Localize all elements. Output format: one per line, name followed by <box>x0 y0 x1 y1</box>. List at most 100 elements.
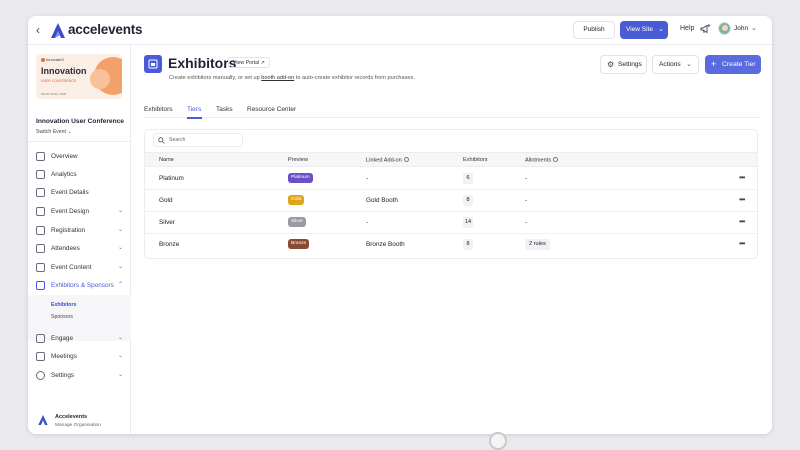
event-card-date: Month 00-00, 2025 <box>41 92 67 96</box>
tab-tasks[interactable]: Tasks <box>216 106 233 113</box>
help-link[interactable]: Help <box>680 25 694 32</box>
back-arrow-icon[interactable]: ‹ <box>36 24 48 36</box>
actions-dropdown[interactable]: Actions ⌄ <box>652 55 699 74</box>
exhibitors-icon <box>144 55 162 73</box>
brand-dot-icon <box>41 57 45 62</box>
chevron-up-icon: ⌃ <box>117 282 123 288</box>
calendar-icon <box>36 188 45 197</box>
sidebar-item-engage[interactable]: Engage ⌄ <box>28 330 131 348</box>
org-name: Accelevents <box>55 414 88 420</box>
external-link-icon: ↗ <box>260 60 265 66</box>
table-body: Platinum Platinum - 6 - ••• Gold Gold Go… <box>145 168 757 258</box>
tab-exhibitors[interactable]: Exhibitors <box>144 106 173 113</box>
gear-icon: ⚙ <box>607 60 615 69</box>
sidebar-item-settings[interactable]: Settings ⌄ <box>28 367 131 385</box>
allotments: - <box>525 197 528 204</box>
exhibitor-count: 6 <box>463 173 473 184</box>
sidebar-item-label: Event Design <box>51 208 90 215</box>
info-icon[interactable] <box>553 157 559 162</box>
sidebar-item-label: Registration <box>51 227 86 234</box>
tab-tiers[interactable]: Tiers <box>187 106 201 113</box>
event-brand-label: InnovateX <box>46 57 65 62</box>
more-options-icon[interactable]: ••• <box>739 217 745 226</box>
linked-addon: - <box>366 175 369 182</box>
sidebar-item-analytics[interactable]: Analytics <box>28 166 131 184</box>
table-row[interactable]: Platinum Platinum - 6 - ••• <box>145 168 757 190</box>
exhibitor-count: 8 <box>463 239 473 250</box>
cursor-indicator <box>489 432 507 450</box>
linked-addon: Gold Booth <box>366 197 398 204</box>
booth-addon-link[interactable]: booth add-on <box>261 75 294 81</box>
home-icon <box>36 152 45 161</box>
table-row[interactable]: Bronze Bronze Bronze Booth 8 2 rules ••• <box>145 234 757 256</box>
tab-bar: Exhibitors Tiers Tasks Resource Center <box>144 103 760 119</box>
page-description-text: Create exhibitors manually, or set up <box>169 75 262 81</box>
view-site-button[interactable]: View Site ⌄ <box>620 21 668 39</box>
sidebar-item-label: Event Content <box>51 264 92 271</box>
view-portal-button[interactable]: View Portal ↗ <box>228 57 270 68</box>
settings-button[interactable]: ⚙ Settings <box>600 55 647 74</box>
column-header-linked-addon: Linked Add-on <box>366 157 409 164</box>
more-options-icon[interactable]: ••• <box>739 195 745 204</box>
allotments-rules[interactable]: 2 rules <box>525 239 550 250</box>
organisation-switcher[interactable]: Accelevents Manage Organisation <box>36 413 126 431</box>
tier-preview-badge: Silver <box>288 217 306 227</box>
ticket-icon <box>36 226 45 235</box>
main-content: Exhibitors View Portal ↗ Create exhibito… <box>132 45 772 434</box>
column-header-preview: Preview <box>288 157 308 163</box>
top-bar: ‹ accelevents Publish View Site ⌄ Help J… <box>28 16 772 45</box>
sidebar-item-meetings[interactable]: Meetings ⌄ <box>28 348 131 366</box>
publish-button[interactable]: Publish <box>573 21 615 39</box>
create-tier-label: Create Tier <box>722 61 756 68</box>
chevron-down-icon: ⌄ <box>117 353 123 359</box>
folder-icon <box>36 263 45 272</box>
divider <box>28 141 131 142</box>
grid-icon <box>36 334 45 343</box>
event-brand: InnovateX <box>41 57 64 62</box>
create-tier-button[interactable]: + Create Tier <box>705 55 761 74</box>
event-thumbnail[interactable]: InnovateX Innovation USER CONFERENCE Mon… <box>36 54 122 99</box>
gear-icon <box>36 371 45 380</box>
switch-event-label: Switch Event <box>36 129 66 135</box>
user-name[interactable]: John <box>734 25 748 32</box>
org-subtitle: Manage Organisation <box>55 423 101 428</box>
tier-name: Platinum <box>159 175 184 182</box>
active-tab-indicator <box>187 117 202 119</box>
table-row[interactable]: Silver Silver - 14 - ••• <box>145 212 757 234</box>
sidebar-subitem-exhibitors[interactable]: Exhibitors <box>51 302 76 308</box>
event-title: Innovation User Conference <box>36 118 124 125</box>
sidebar-item-exhibitors-sponsors[interactable]: Exhibitors & Sponsors ⌃ <box>28 277 131 295</box>
sidebar-item-attendees[interactable]: Attendees ⌄ <box>28 240 131 258</box>
event-card-subtitle: USER CONFERENCE <box>41 79 77 83</box>
sidebar-item-event-content[interactable]: Event Content ⌄ <box>28 259 131 277</box>
chevron-down-icon: ⌄ <box>117 264 123 270</box>
tier-name: Silver <box>159 219 175 226</box>
info-icon[interactable] <box>403 157 409 162</box>
column-header-name: Name <box>159 157 174 163</box>
sidebar-item-label: Meetings <box>51 353 77 360</box>
more-options-icon[interactable]: ••• <box>739 173 745 182</box>
switch-event-dropdown[interactable]: Switch Event ⌄ <box>36 129 72 135</box>
chevron-down-icon[interactable]: ⌄ <box>658 21 664 39</box>
column-header-allotments: Allotments <box>525 157 559 164</box>
megaphone-icon[interactable] <box>700 24 710 34</box>
users-icon <box>36 244 45 253</box>
chevron-down-icon[interactable]: ⌄ <box>751 24 757 32</box>
layout-icon <box>36 207 45 216</box>
sidebar-item-overview[interactable]: Overview <box>28 148 131 166</box>
tab-resource-center[interactable]: Resource Center <box>247 106 296 113</box>
sidebar-item-label: Analytics <box>51 171 77 178</box>
sidebar-subitem-sponsors[interactable]: Sponsors <box>51 314 73 320</box>
sidebar-item-event-design[interactable]: Event Design ⌄ <box>28 203 131 221</box>
more-options-icon[interactable]: ••• <box>739 239 745 248</box>
sidebar-item-registration[interactable]: Registration ⌄ <box>28 222 131 240</box>
brand-name: accelevents <box>68 22 143 37</box>
table-row[interactable]: Gold Gold Gold Booth 8 - ••• <box>145 190 757 212</box>
tier-preview-badge: Bronze <box>288 239 310 249</box>
search-icon <box>158 137 165 144</box>
chevron-down-icon: ⌄ <box>117 245 123 251</box>
avatar[interactable] <box>718 22 731 35</box>
sidebar: InnovateX Innovation USER CONFERENCE Mon… <box>28 45 131 434</box>
sidebar-item-event-details[interactable]: Event Details <box>28 184 131 202</box>
search-input[interactable]: Search <box>153 133 243 147</box>
